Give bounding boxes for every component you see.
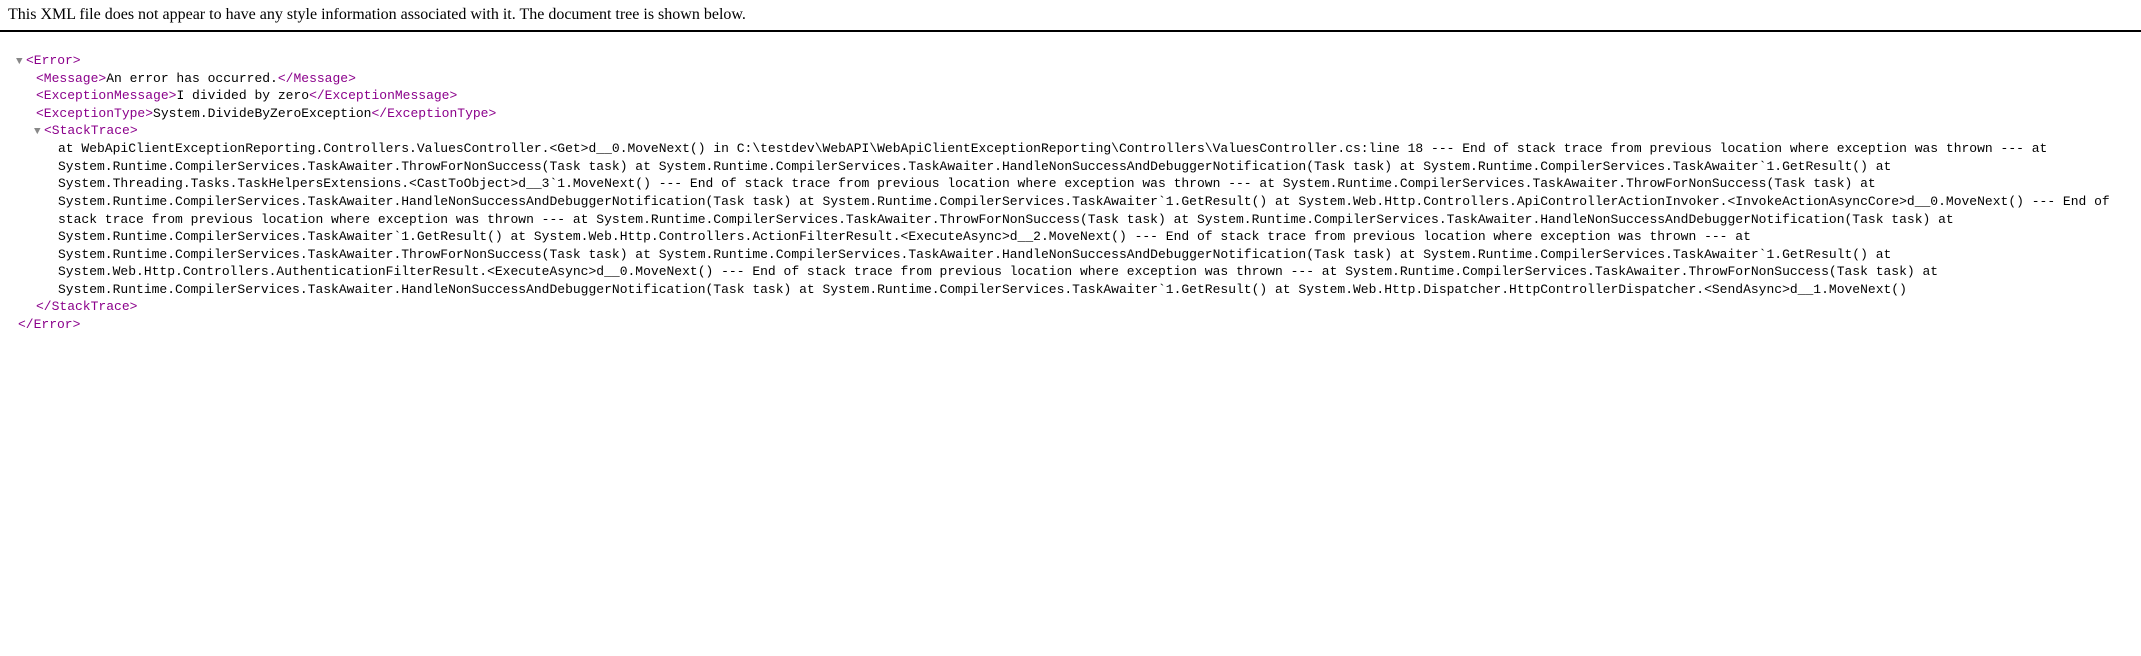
exception-message-text: I divided by zero — [176, 88, 309, 103]
exception-message-element: <ExceptionMessage>I divided by zero</Exc… — [8, 87, 2133, 105]
tag-message-open: <Message> — [36, 71, 106, 86]
chevron-down-icon[interactable]: ▼ — [16, 55, 26, 70]
stacktrace-close-tag: </StackTrace> — [8, 298, 2133, 316]
error-close-tag: </Error> — [8, 316, 2133, 334]
xml-tree: ▼<Error> <Message>An error has occurred.… — [0, 32, 2141, 341]
tag-stacktrace-open: <StackTrace> — [44, 123, 138, 138]
tag-exmsg-open: <ExceptionMessage> — [36, 88, 176, 103]
tag-extype-open: <ExceptionType> — [36, 106, 153, 121]
message-text: An error has occurred. — [106, 71, 278, 86]
xml-notice-header: This XML file does not appear to have an… — [0, 0, 2141, 32]
message-element: <Message>An error has occurred.</Message… — [8, 70, 2133, 88]
tag-message-close: </Message> — [278, 71, 356, 86]
stacktrace-text: at WebApiClientExceptionReporting.Contro… — [8, 140, 2133, 298]
tag-exmsg-close: </ExceptionMessage> — [309, 88, 457, 103]
xml-notice-text: This XML file does not appear to have an… — [8, 6, 746, 23]
error-open-tag[interactable]: ▼<Error> — [8, 52, 2133, 70]
tag-stacktrace-close: </StackTrace> — [36, 299, 137, 314]
tag-extype-close: </ExceptionType> — [371, 106, 496, 121]
stacktrace-open-tag[interactable]: ▼<StackTrace> — [8, 122, 2133, 140]
tag-error-open: <Error> — [26, 53, 81, 68]
chevron-down-icon[interactable]: ▼ — [34, 125, 44, 140]
exception-type-element: <ExceptionType>System.DivideByZeroExcept… — [8, 105, 2133, 123]
exception-type-text: System.DivideByZeroException — [153, 106, 371, 121]
tag-error-close: </Error> — [18, 317, 80, 332]
